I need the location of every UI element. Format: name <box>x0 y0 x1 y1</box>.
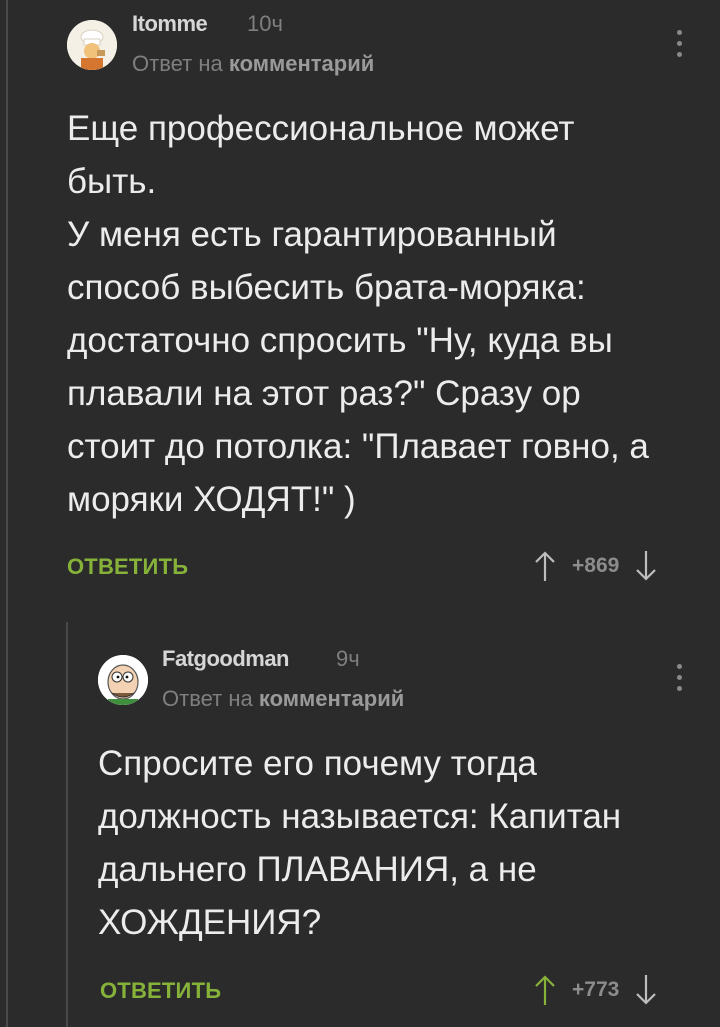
reply-prefix: Ответ на <box>132 51 223 76</box>
reply-target-link[interactable]: комментарий <box>259 686 404 711</box>
comment-2: Fatgoodman 9ч Ответ на комментарий Спрос… <box>0 600 720 1027</box>
reply-button[interactable]: ОТВЕТИТЬ <box>67 554 188 580</box>
comment-time: 9ч <box>336 646 360 671</box>
reply-target-link[interactable]: комментарий <box>229 51 374 76</box>
comment-body: Еще профессиональное может быть. У меня … <box>67 109 649 519</box>
downvote-arrow-icon[interactable] <box>635 973 657 1007</box>
comment-author[interactable]: Itomme <box>132 11 208 37</box>
vote-controls: +869 <box>534 546 657 586</box>
vote-score: +869 <box>572 554 620 577</box>
chef-avatar-icon[interactable] <box>67 20 117 70</box>
comment-time: 10ч <box>247 11 283 36</box>
more-options-icon[interactable] <box>675 30 683 64</box>
reply-context: Ответ на комментарий <box>132 51 374 77</box>
more-options-icon[interactable] <box>675 664 683 698</box>
reply-context: Ответ на комментарий <box>162 686 404 712</box>
downvote-arrow-icon[interactable] <box>635 549 657 583</box>
comment-1: Itomme 10ч Ответ на комментарий Еще проф… <box>0 0 720 600</box>
comment-body: Спросите его почему тогда должность назы… <box>98 744 622 942</box>
reply-button[interactable]: ОТВЕТИТЬ <box>100 978 221 1004</box>
upvote-arrow-icon[interactable] <box>534 973 556 1007</box>
vote-controls: +773 <box>534 970 657 1010</box>
comment-author[interactable]: Fatgoodman <box>162 646 290 672</box>
vote-score: +773 <box>572 978 620 1001</box>
upvote-arrow-icon[interactable] <box>534 549 556 583</box>
reply-prefix: Ответ на <box>162 686 253 711</box>
peter-griffin-avatar-icon[interactable] <box>98 655 148 705</box>
